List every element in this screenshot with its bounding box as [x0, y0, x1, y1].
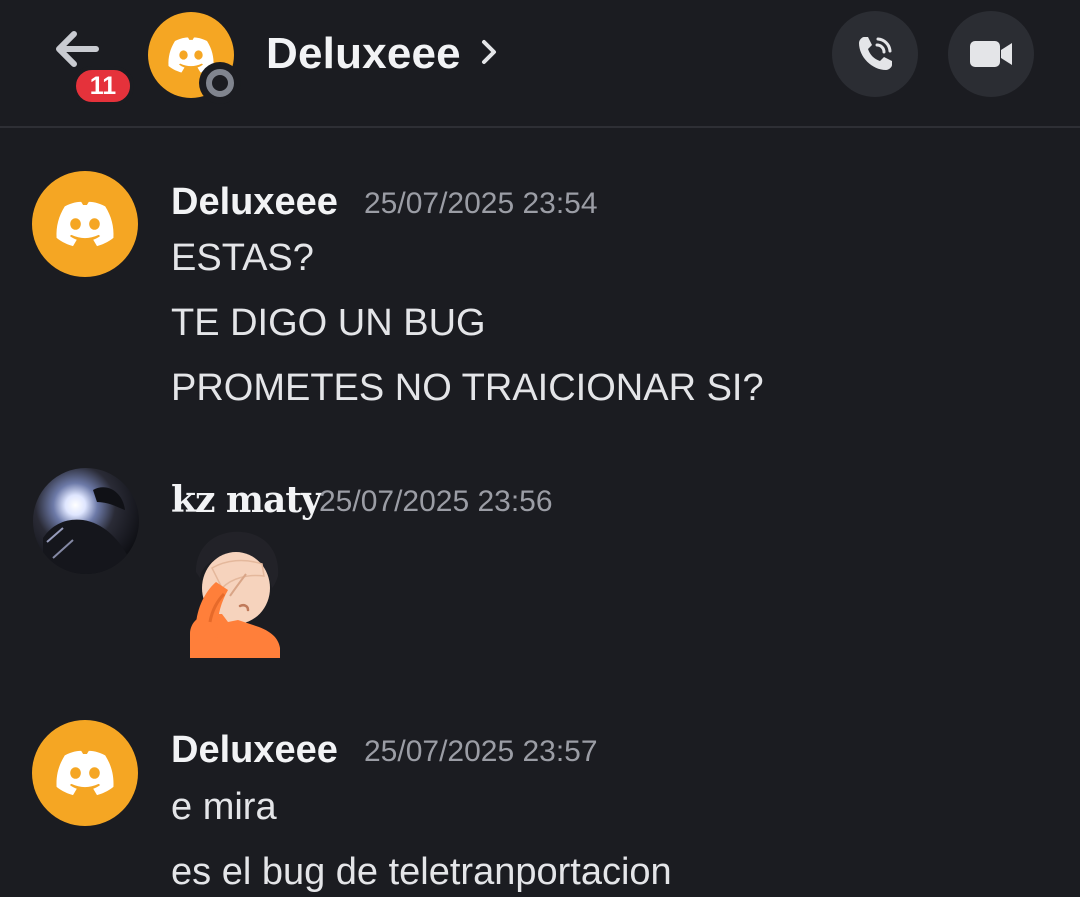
message-timestamp: 25/07/2025 23:57 — [364, 735, 598, 768]
message-timestamp: 25/07/2025 23:56 — [319, 485, 553, 518]
message-avatar[interactable] — [32, 171, 138, 277]
unread-badge: 11 — [72, 66, 134, 106]
phone-icon — [859, 37, 892, 70]
message-author[interactable]: Deluxeee — [171, 180, 338, 224]
channel-title[interactable]: Deluxeee — [266, 28, 461, 80]
message-author[interactable]: kz maty — [171, 478, 322, 522]
message-avatar[interactable] — [32, 720, 138, 826]
person-facepalming-emoji — [182, 526, 286, 658]
discord-logo-icon — [56, 201, 114, 247]
message-text: ESTAS? — [171, 237, 314, 279]
video-camera-icon — [970, 41, 1012, 67]
message-text: es el bug de teletranportacion — [171, 851, 672, 893]
discord-logo-icon — [56, 750, 114, 796]
video-call-button[interactable] — [948, 11, 1034, 97]
message-author[interactable]: Deluxeee — [171, 728, 338, 772]
user-photo-avatar[interactable] — [33, 468, 139, 574]
chevron-right-icon[interactable] — [478, 36, 500, 73]
message-text: PROMETES NO TRAICIONAR SI? — [171, 367, 764, 409]
message-text: TE DIGO UN BUG — [171, 302, 486, 344]
chat-header: 11 Deluxeee — [0, 0, 1080, 128]
message-timestamp: 25/07/2025 23:54 — [364, 187, 598, 220]
status-offline-indicator — [199, 62, 241, 104]
voice-call-button[interactable] — [832, 11, 918, 97]
message-text: e mira — [171, 786, 277, 828]
